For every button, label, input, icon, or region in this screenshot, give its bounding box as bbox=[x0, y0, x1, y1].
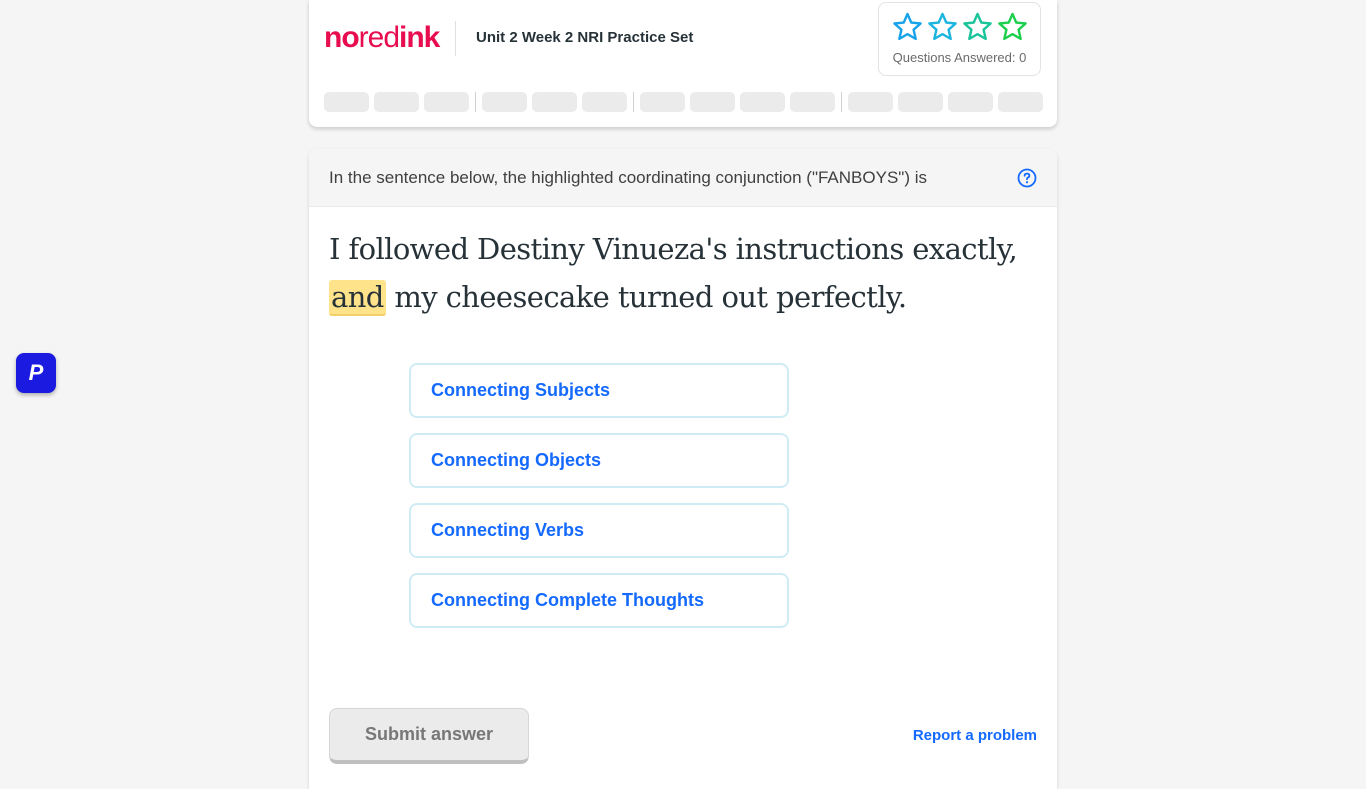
logo-part-red: red bbox=[358, 21, 400, 54]
progress-pill bbox=[898, 92, 943, 112]
answer-choices: Connecting Subjects Connecting Objects C… bbox=[409, 363, 789, 643]
submit-answer-button[interactable]: Submit answer bbox=[329, 708, 529, 764]
header-card: noredink Unit 2 Week 2 NRI Practice Set … bbox=[309, 0, 1057, 127]
question-sentence: I followed Destiny Vinueza's instruction… bbox=[329, 225, 1041, 321]
progress-separator bbox=[841, 92, 842, 112]
progress-pill bbox=[948, 92, 993, 112]
progress-pill bbox=[424, 92, 469, 112]
progress-pill bbox=[482, 92, 527, 112]
progress-pill bbox=[532, 92, 577, 112]
question-card: In the sentence below, the highlighted c… bbox=[309, 149, 1057, 789]
highlighted-conjunction: and bbox=[329, 280, 386, 316]
logo-part-ink: ink bbox=[399, 21, 440, 54]
star-outline-icon bbox=[998, 12, 1027, 41]
report-problem-link[interactable]: Report a problem bbox=[913, 727, 1037, 744]
progress-pill bbox=[740, 92, 785, 112]
progress-pill bbox=[374, 92, 419, 112]
progress-pill bbox=[790, 92, 835, 112]
progress-pill bbox=[998, 92, 1043, 112]
prompt-text: In the sentence below, the highlighted c… bbox=[329, 168, 927, 187]
progress-pill bbox=[582, 92, 627, 112]
star-outline-icon bbox=[893, 12, 922, 41]
sentence-after: my cheesecake turned out perfectly. bbox=[385, 280, 907, 314]
progress-bar bbox=[324, 92, 1048, 112]
logo-part-no: no bbox=[324, 21, 360, 54]
progress-pill bbox=[640, 92, 685, 112]
choice-connecting-complete-thoughts[interactable]: Connecting Complete Thoughts bbox=[409, 573, 789, 628]
progress-pill bbox=[324, 92, 369, 112]
star-outline-icon bbox=[963, 12, 992, 41]
choice-connecting-verbs[interactable]: Connecting Verbs bbox=[409, 503, 789, 558]
progress-pill bbox=[848, 92, 893, 112]
questions-answered: Questions Answered: 0 bbox=[892, 50, 1027, 65]
extension-label: P bbox=[28, 360, 44, 385]
star-outline-icon bbox=[928, 12, 957, 41]
extension-badge[interactable]: P bbox=[16, 353, 56, 393]
progress-pill bbox=[690, 92, 735, 112]
progress-separator bbox=[633, 92, 634, 112]
choice-connecting-subjects[interactable]: Connecting Subjects bbox=[409, 363, 789, 418]
noredink-logo[interactable]: noredink bbox=[324, 20, 440, 56]
assignment-title: Unit 2 Week 2 NRI Practice Set bbox=[476, 29, 694, 46]
header-divider bbox=[455, 21, 456, 56]
stars-box: Questions Answered: 0 bbox=[878, 2, 1041, 76]
help-icon[interactable] bbox=[1017, 168, 1037, 188]
sentence-before: I followed Destiny Vinueza's instruction… bbox=[329, 232, 1018, 266]
choice-connecting-objects[interactable]: Connecting Objects bbox=[409, 433, 789, 488]
prompt-bar: In the sentence below, the highlighted c… bbox=[309, 149, 1057, 207]
stars-row bbox=[891, 11, 1029, 44]
progress-separator bbox=[475, 92, 476, 112]
